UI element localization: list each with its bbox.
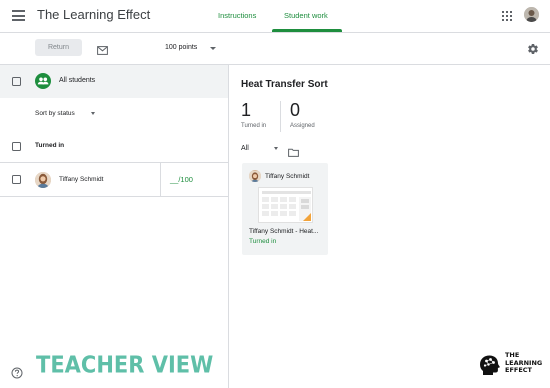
- filter-dropdown[interactable]: All: [241, 145, 249, 152]
- chevron-down-icon[interactable]: [274, 147, 278, 150]
- active-tab-indicator: [272, 29, 342, 32]
- return-button[interactable]: Return: [35, 39, 82, 56]
- account-avatar[interactable]: [524, 7, 539, 22]
- top-app-bar: The Learning Effect Instructions Student…: [0, 0, 550, 33]
- group-icon: [35, 73, 51, 89]
- assignment-title: Heat Transfer Sort: [241, 79, 328, 90]
- assigned-count[interactable]: 0: [290, 100, 300, 121]
- students-panel: All students Sort by status Turned in Ti…: [0, 65, 229, 388]
- select-all-checkbox[interactable]: [12, 77, 21, 86]
- turned-in-label: Turned in: [35, 142, 65, 149]
- tab-instructions[interactable]: Instructions: [218, 11, 256, 20]
- submission-card[interactable]: Tiffany Schmidt Tiffany Schmidt - Heat..…: [242, 163, 328, 255]
- avatar: [249, 170, 261, 182]
- points-dropdown[interactable]: 100 points: [165, 44, 197, 51]
- sort-dropdown[interactable]: Sort by status: [35, 110, 75, 117]
- student-name: Tiffany Schmidt: [59, 176, 104, 183]
- avatar: [35, 172, 51, 188]
- menu-icon[interactable]: [12, 10, 25, 21]
- divider: [160, 163, 161, 196]
- chevron-down-icon[interactable]: [210, 47, 216, 50]
- logo-wordmark: THE LEARNING EFFECT: [505, 351, 542, 375]
- grade-input[interactable]: __/100: [170, 175, 193, 184]
- all-students-row[interactable]: All students: [0, 65, 228, 98]
- action-toolbar: Return 100 points: [0, 33, 550, 65]
- tab-student-work[interactable]: Student work: [284, 11, 328, 20]
- student-checkbox[interactable]: [12, 175, 21, 184]
- assigned-count-label: Assigned: [290, 123, 315, 129]
- mail-icon[interactable]: [97, 42, 108, 55]
- learning-effect-logo: THE LEARNING EFFECT: [478, 351, 542, 379]
- turned-in-count-label: Turned in: [241, 123, 267, 129]
- all-students-label: All students: [59, 77, 96, 84]
- app-title: The Learning Effect: [37, 7, 151, 22]
- settings-icon[interactable]: [527, 42, 539, 55]
- select-turned-in-checkbox[interactable]: [12, 142, 21, 151]
- logo-word-effect: EFFECT: [505, 366, 532, 374]
- folder-icon[interactable]: [288, 144, 299, 157]
- divider: [280, 101, 281, 132]
- apps-icon[interactable]: [502, 11, 512, 21]
- brain-head-icon: [478, 353, 502, 377]
- card-file-name: Tiffany Schmidt - Heat...: [249, 228, 319, 235]
- teacher-view-caption: TEACHER VIEW: [36, 351, 214, 378]
- turned-in-section-header: Turned in: [0, 133, 228, 159]
- chevron-down-icon[interactable]: [91, 112, 95, 115]
- turned-in-count[interactable]: 1: [241, 100, 251, 121]
- document-thumbnail[interactable]: [258, 187, 313, 223]
- card-student-name: Tiffany Schmidt: [265, 173, 310, 180]
- student-row[interactable]: Tiffany Schmidt __/100: [0, 162, 228, 197]
- card-status: Turned in: [249, 238, 277, 245]
- help-icon[interactable]: [11, 366, 23, 379]
